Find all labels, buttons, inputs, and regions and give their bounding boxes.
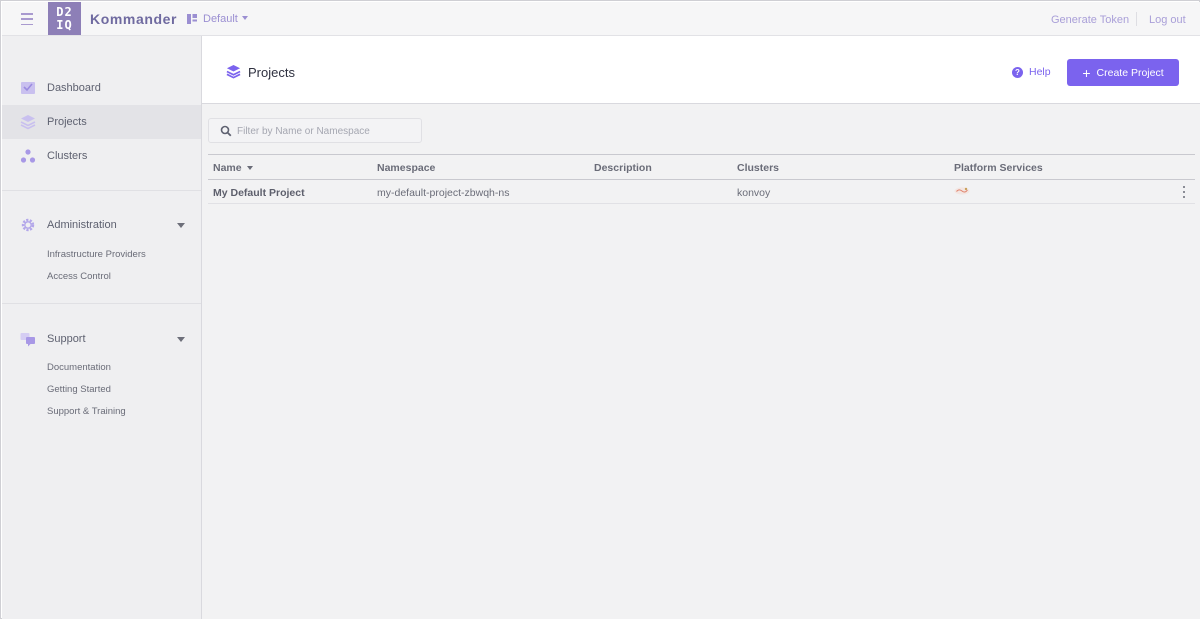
search-icon [220, 125, 232, 137]
search-field[interactable] [208, 118, 422, 143]
sidebar-divider [2, 303, 201, 304]
chevron-down-icon[interactable] [242, 16, 248, 20]
chevron-down-icon[interactable] [177, 337, 185, 342]
top-bar: D2 IQ Kommander Default Generate Token L… [2, 2, 1200, 36]
sidebar-item-support[interactable]: Support [2, 322, 201, 356]
app-name: Kommander [90, 11, 178, 27]
sidebar-item-label: Projects [47, 116, 87, 128]
sidebar-item-documentation[interactable]: Documentation [47, 362, 111, 373]
projects-icon [20, 115, 36, 130]
search-input[interactable] [237, 123, 417, 139]
workspace-icon [187, 14, 197, 24]
page-title: Projects [248, 65, 295, 80]
create-project-button[interactable]: + Create Project [1067, 59, 1179, 86]
column-header-name[interactable]: Name [213, 162, 242, 174]
table-header: Name Namespace Description Clusters Plat… [208, 154, 1195, 180]
create-project-label: Create Project [1096, 66, 1164, 79]
sidebar: Dashboard Projects Clusters Administrati… [2, 36, 201, 619]
projects-table: Name Namespace Description Clusters Plat… [208, 154, 1195, 204]
column-header-clusters[interactable]: Clusters [737, 162, 779, 174]
service-logo-icon [954, 187, 970, 195]
column-header-platform-services[interactable]: Platform Services [954, 162, 1043, 174]
workspace-selector[interactable]: Default [203, 13, 238, 25]
sidebar-item-label: Clusters [47, 150, 88, 162]
project-name-link[interactable]: My Default Project [213, 187, 305, 199]
sidebar-item-dashboard[interactable]: Dashboard [2, 71, 201, 105]
sidebar-item-clusters[interactable]: Clusters [2, 139, 201, 173]
project-clusters: konvoy [737, 187, 771, 199]
sidebar-divider [2, 190, 201, 191]
sidebar-item-support-training[interactable]: Support & Training [47, 406, 126, 417]
sidebar-item-infrastructure-providers[interactable]: Infrastructure Providers [47, 249, 146, 260]
help-label: Help [1029, 66, 1051, 78]
logout-link[interactable]: Log out [1149, 14, 1186, 26]
chevron-down-icon[interactable] [177, 223, 185, 228]
sidebar-item-label: Dashboard [47, 82, 101, 94]
question-icon: ? [1012, 66, 1023, 78]
row-actions-icon[interactable] [1182, 186, 1186, 198]
gear-icon [21, 218, 35, 232]
sidebar-item-administration[interactable]: Administration [2, 208, 201, 242]
project-namespace: my-default-project-zbwqh-ns [377, 187, 510, 199]
app-window: D2 IQ Kommander Default Generate Token L… [0, 0, 1200, 619]
hamburger-menu-icon[interactable] [21, 13, 33, 25]
sidebar-item-label: Support [47, 333, 86, 345]
plus-icon: + [1082, 64, 1091, 81]
table-row[interactable]: My Default Project my-default-project-zb… [208, 180, 1195, 204]
sort-desc-icon[interactable] [247, 166, 253, 170]
column-header-description[interactable]: Description [594, 162, 652, 174]
d2iq-logo[interactable]: D2 IQ [48, 2, 81, 35]
projects-icon [226, 64, 241, 79]
logo-text-line1: D2 [56, 4, 73, 19]
page-header: Projects ? Help + Create Project [201, 36, 1200, 104]
help-link[interactable]: ? Help [1012, 66, 1051, 78]
generate-token-link[interactable]: Generate Token [1051, 14, 1129, 26]
header-divider [1136, 12, 1137, 26]
main-content: Name Namespace Description Clusters Plat… [201, 104, 1200, 619]
support-icon [20, 333, 35, 347]
column-header-namespace[interactable]: Namespace [377, 162, 435, 174]
sidebar-item-access-control[interactable]: Access Control [47, 271, 111, 282]
logo-text-line2: IQ [56, 17, 73, 32]
dashboard-icon [21, 82, 35, 94]
clusters-icon [20, 149, 36, 163]
sidebar-item-getting-started[interactable]: Getting Started [47, 384, 111, 395]
sidebar-item-projects[interactable]: Projects [2, 105, 201, 139]
sidebar-item-label: Administration [47, 219, 117, 231]
